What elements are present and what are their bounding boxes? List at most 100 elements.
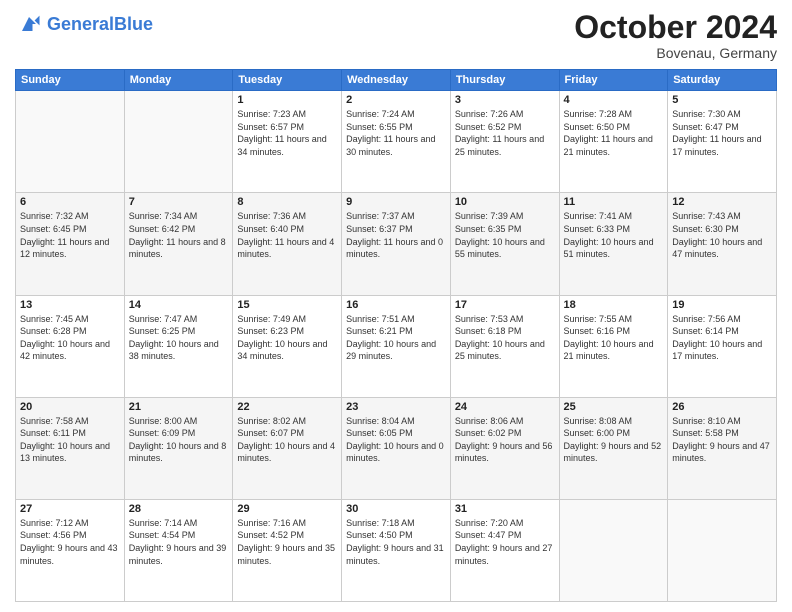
day-number: 10 [455, 196, 555, 208]
day-info: Sunrise: 7:24 AMSunset: 6:55 PMDaylight:… [346, 108, 446, 158]
day-number: 22 [237, 401, 337, 413]
day-info: Sunrise: 7:37 AMSunset: 6:37 PMDaylight:… [346, 210, 446, 260]
day-number: 9 [346, 196, 446, 208]
day-number: 26 [672, 401, 772, 413]
weekday-header-saturday: Saturday [668, 70, 777, 91]
day-number: 5 [672, 94, 772, 106]
day-number: 4 [564, 94, 664, 106]
calendar-cell: 21 Sunrise: 8:00 AMSunset: 6:09 PMDayligh… [124, 397, 233, 499]
day-info: Sunrise: 7:14 AMSunset: 4:54 PMDaylight:… [129, 517, 229, 567]
day-info: Sunrise: 8:06 AMSunset: 6:02 PMDaylight:… [455, 415, 555, 465]
calendar-cell: 12Sunrise: 7:43 AMSunset: 6:30 PMDayligh… [668, 193, 777, 295]
day-info: Sunrise: 7:55 AMSunset: 6:16 PMDaylight:… [564, 313, 664, 363]
calendar-cell: 3 Sunrise: 7:26 AMSunset: 6:52 PMDaylight… [450, 91, 559, 193]
calendar-cell: 31 Sunrise: 7:20 AMSunset: 4:47 PMDayligh… [450, 499, 559, 601]
week-row-2: 6 Sunrise: 7:32 AMSunset: 6:45 PMDaylight… [16, 193, 777, 295]
day-info: Sunrise: 7:49 AMSunset: 6:23 PMDaylight:… [237, 313, 337, 363]
page: GeneralBlue October 2024 Bovenau, German… [0, 0, 792, 612]
calendar-cell: 17 Sunrise: 7:53 AMSunset: 6:18 PMDayligh… [450, 295, 559, 397]
calendar-cell: 2Sunrise: 7:24 AMSunset: 6:55 PMDaylight… [342, 91, 451, 193]
calendar-cell: 1 Sunrise: 7:23 AMSunset: 6:57 PMDaylight… [233, 91, 342, 193]
day-info: Sunrise: 7:16 AMSunset: 4:52 PMDaylight:… [237, 517, 337, 567]
day-info: Sunrise: 7:58 AMSunset: 6:11 PMDaylight:… [20, 415, 120, 465]
logo-icon [15, 10, 43, 38]
day-number: 24 [455, 401, 555, 413]
day-number: 6 [20, 196, 120, 208]
weekday-header-thursday: Thursday [450, 70, 559, 91]
title-block: October 2024 Bovenau, Germany [574, 10, 777, 61]
calendar-cell: 13 Sunrise: 7:45 AMSunset: 6:28 PMDayligh… [16, 295, 125, 397]
day-number: 30 [346, 503, 446, 515]
day-info: Sunrise: 8:08 AMSunset: 6:00 PMDaylight:… [564, 415, 664, 465]
location-subtitle: Bovenau, Germany [574, 45, 777, 61]
day-number: 19 [672, 299, 772, 311]
day-number: 29 [237, 503, 337, 515]
calendar-cell: 19Sunrise: 7:56 AMSunset: 6:14 PMDayligh… [668, 295, 777, 397]
calendar-cell: 23 Sunrise: 8:04 AMSunset: 6:05 PMDayligh… [342, 397, 451, 499]
calendar-cell: 20 Sunrise: 7:58 AMSunset: 6:11 PMDayligh… [16, 397, 125, 499]
day-number: 3 [455, 94, 555, 106]
calendar-cell: 18 Sunrise: 7:55 AMSunset: 6:16 PMDayligh… [559, 295, 668, 397]
day-info: Sunrise: 8:04 AMSunset: 6:05 PMDaylight:… [346, 415, 446, 465]
day-info: Sunrise: 7:28 AMSunset: 6:50 PMDaylight:… [564, 108, 664, 158]
weekday-header-row: SundayMondayTuesdayWednesdayThursdayFrid… [16, 70, 777, 91]
calendar-cell: 8Sunrise: 7:36 AMSunset: 6:40 PMDaylight… [233, 193, 342, 295]
logo-general: General [47, 14, 114, 34]
calendar-cell: 15 Sunrise: 7:49 AMSunset: 6:23 PMDayligh… [233, 295, 342, 397]
day-number: 18 [564, 299, 664, 311]
calendar-cell: 7Sunrise: 7:34 AMSunset: 6:42 PMDaylight… [124, 193, 233, 295]
day-info: Sunrise: 7:47 AMSunset: 6:25 PMDaylight:… [129, 313, 229, 363]
day-info: Sunrise: 7:51 AMSunset: 6:21 PMDaylight:… [346, 313, 446, 363]
calendar-cell: 25Sunrise: 8:08 AMSunset: 6:00 PMDayligh… [559, 397, 668, 499]
logo-blue: Blue [114, 14, 153, 34]
logo: GeneralBlue [15, 10, 153, 38]
week-row-3: 13 Sunrise: 7:45 AMSunset: 6:28 PMDayligh… [16, 295, 777, 397]
logo-text: GeneralBlue [47, 14, 153, 35]
day-number: 17 [455, 299, 555, 311]
weekday-header-tuesday: Tuesday [233, 70, 342, 91]
day-number: 1 [237, 94, 337, 106]
calendar-cell: 28 Sunrise: 7:14 AMSunset: 4:54 PMDayligh… [124, 499, 233, 601]
day-info: Sunrise: 7:34 AMSunset: 6:42 PMDaylight:… [129, 210, 229, 260]
day-number: 11 [564, 196, 664, 208]
calendar-cell: 29 Sunrise: 7:16 AMSunset: 4:52 PMDayligh… [233, 499, 342, 601]
calendar-cell: 24 Sunrise: 8:06 AMSunset: 6:02 PMDayligh… [450, 397, 559, 499]
day-number: 14 [129, 299, 229, 311]
day-number: 31 [455, 503, 555, 515]
day-number: 23 [346, 401, 446, 413]
day-info: Sunrise: 7:18 AMSunset: 4:50 PMDaylight:… [346, 517, 446, 567]
calendar-cell: 9 Sunrise: 7:37 AMSunset: 6:37 PMDaylight… [342, 193, 451, 295]
day-number: 20 [20, 401, 120, 413]
day-info: Sunrise: 7:20 AMSunset: 4:47 PMDaylight:… [455, 517, 555, 567]
day-number: 13 [20, 299, 120, 311]
calendar-cell [124, 91, 233, 193]
day-info: Sunrise: 8:02 AMSunset: 6:07 PMDaylight:… [237, 415, 337, 465]
day-info: Sunrise: 7:30 AMSunset: 6:47 PMDaylight:… [672, 108, 772, 158]
calendar-cell: 11Sunrise: 7:41 AMSunset: 6:33 PMDayligh… [559, 193, 668, 295]
weekday-header-friday: Friday [559, 70, 668, 91]
calendar-cell: 26 Sunrise: 8:10 AMSunset: 5:58 PMDayligh… [668, 397, 777, 499]
calendar-cell: 10Sunrise: 7:39 AMSunset: 6:35 PMDayligh… [450, 193, 559, 295]
day-number: 15 [237, 299, 337, 311]
calendar-cell: 4 Sunrise: 7:28 AMSunset: 6:50 PMDaylight… [559, 91, 668, 193]
day-number: 12 [672, 196, 772, 208]
weekday-header-sunday: Sunday [16, 70, 125, 91]
day-info: Sunrise: 7:53 AMSunset: 6:18 PMDaylight:… [455, 313, 555, 363]
calendar-cell [559, 499, 668, 601]
day-info: Sunrise: 8:10 AMSunset: 5:58 PMDaylight:… [672, 415, 772, 465]
day-info: Sunrise: 8:00 AMSunset: 6:09 PMDaylight:… [129, 415, 229, 465]
month-title: October 2024 [574, 10, 777, 45]
calendar-cell: 6 Sunrise: 7:32 AMSunset: 6:45 PMDaylight… [16, 193, 125, 295]
week-row-5: 27Sunrise: 7:12 AMSunset: 4:56 PMDayligh… [16, 499, 777, 601]
calendar-cell [668, 499, 777, 601]
day-info: Sunrise: 7:45 AMSunset: 6:28 PMDaylight:… [20, 313, 120, 363]
day-info: Sunrise: 7:23 AMSunset: 6:57 PMDaylight:… [237, 108, 337, 158]
day-info: Sunrise: 7:26 AMSunset: 6:52 PMDaylight:… [455, 108, 555, 158]
day-info: Sunrise: 7:32 AMSunset: 6:45 PMDaylight:… [20, 210, 120, 260]
day-info: Sunrise: 7:36 AMSunset: 6:40 PMDaylight:… [237, 210, 337, 260]
weekday-header-monday: Monday [124, 70, 233, 91]
day-number: 28 [129, 503, 229, 515]
day-number: 21 [129, 401, 229, 413]
calendar-cell: 5 Sunrise: 7:30 AMSunset: 6:47 PMDaylight… [668, 91, 777, 193]
calendar-cell: 27Sunrise: 7:12 AMSunset: 4:56 PMDayligh… [16, 499, 125, 601]
